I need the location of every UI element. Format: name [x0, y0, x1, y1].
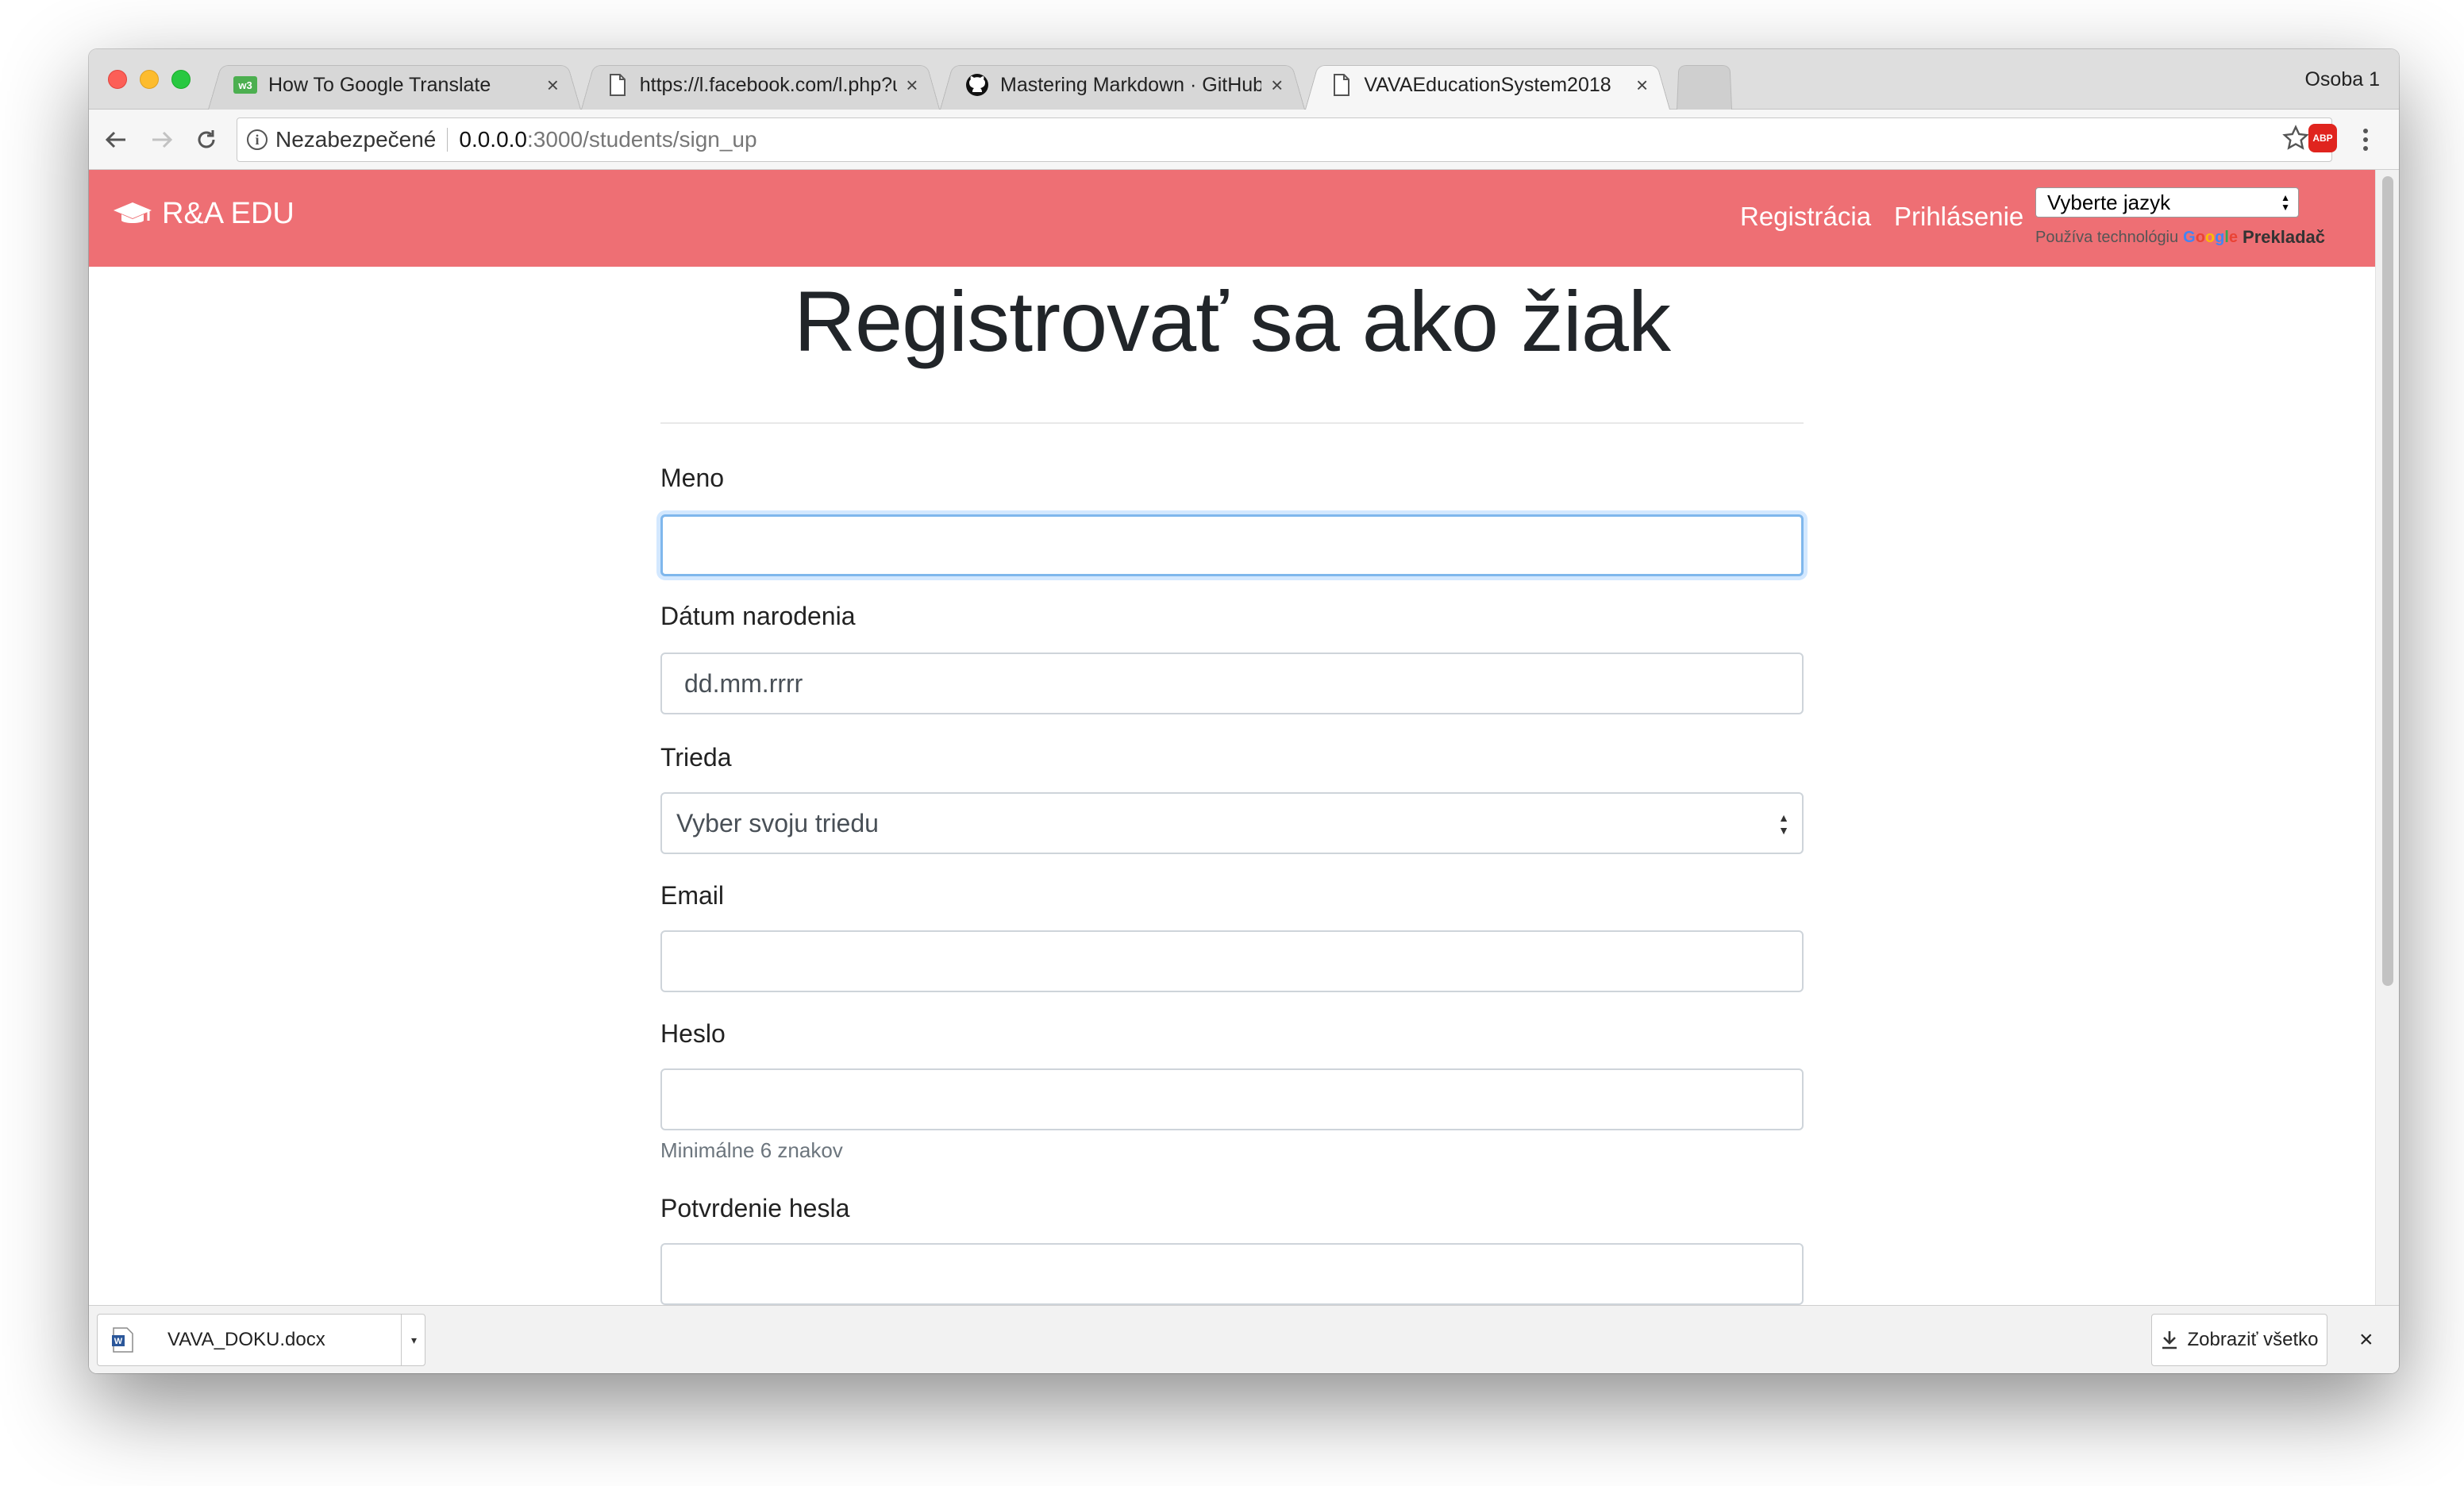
download-item[interactable]: W VAVA_DOKU.docx ▾	[97, 1314, 425, 1366]
select-arrows-icon: ▲ ▼	[2281, 192, 2290, 213]
security-label: Nezabezpečené	[275, 127, 437, 152]
dob-label: Dátum narodenia	[660, 602, 856, 630]
tab-facebook[interactable]: https://l.facebook.com/l.php?u ×	[581, 60, 940, 110]
back-button[interactable]	[100, 124, 132, 156]
zoom-window-button[interactable]	[171, 70, 191, 89]
powered-by-text: Používa technológiu	[2035, 228, 2179, 246]
tab-close-icon[interactable]: ×	[903, 73, 921, 98]
name-input[interactable]	[660, 514, 1804, 576]
dob-input[interactable]: dd.mm.rrrr	[660, 653, 1804, 714]
graduation-cap-icon	[114, 202, 152, 223]
address-separator	[447, 128, 449, 152]
password-help: Minimálne 6 znakov	[660, 1138, 843, 1162]
tab-close-icon[interactable]: ×	[544, 73, 562, 98]
signup-form: Registrovať sa ako žiak Meno Dátum narod…	[89, 267, 2375, 1305]
bookmark-star-icon[interactable]	[2282, 125, 2309, 156]
tab-title: Mastering Markdown · GitHub	[1000, 73, 1262, 96]
minimize-window-button[interactable]	[140, 70, 159, 89]
reload-button[interactable]	[191, 124, 222, 156]
url-host: 0.0.0.0	[459, 127, 528, 152]
tab-title: VAVAEducationSystem2018	[1364, 73, 1611, 96]
word-document-icon: W	[112, 1327, 133, 1353]
download-file-name: VAVA_DOKU.docx	[167, 1329, 325, 1350]
close-window-button[interactable]	[108, 70, 127, 89]
download-options-button[interactable]: ▾	[401, 1315, 426, 1365]
show-all-downloads-button[interactable]: Zobraziť všetko	[2151, 1314, 2327, 1366]
svg-text:w3: w3	[237, 79, 252, 91]
divider	[660, 422, 1804, 424]
show-all-label: Zobraziť všetko	[2187, 1329, 2319, 1350]
class-label: Trieda	[660, 743, 732, 772]
reload-icon	[198, 130, 215, 148]
tab-strip: w3 How To Google Translate × https://l.f…	[89, 49, 2399, 110]
w3-favicon-icon: w3	[233, 73, 257, 97]
profile-name[interactable]: Osoba 1	[2304, 68, 2380, 91]
confirm-password-label: Potvrdenie hesla	[660, 1194, 850, 1222]
language-select[interactable]: Vyberte jazyk ▲ ▼	[2035, 187, 2299, 218]
browser-toolbar: i Nezabezpečené 0.0.0.0 :3000/students/s…	[89, 110, 2399, 170]
svg-text:W: W	[114, 1337, 123, 1346]
site-navbar: R&A EDU Registrácia Prihlásenie Vyberte …	[89, 170, 2375, 267]
translate-attribution: Používa technológiu Google Prekladač	[2035, 227, 2325, 248]
arrow-left-icon	[105, 131, 125, 148]
browser-menu-icon[interactable]	[2358, 124, 2374, 156]
email-label: Email	[660, 881, 725, 910]
page-icon	[1330, 73, 1353, 97]
email-input[interactable]	[660, 930, 1804, 992]
site-brand[interactable]: R&A EDU	[113, 197, 295, 231]
downloads-shelf: W VAVA_DOKU.docx ▾ Zobraziť všetko ×	[89, 1305, 2399, 1373]
password-input[interactable]	[660, 1068, 1804, 1130]
close-shelf-icon[interactable]: ×	[2359, 1326, 2374, 1353]
arrow-right-icon	[152, 131, 173, 148]
brand-name: R&A EDU	[162, 197, 295, 230]
tab-close-icon[interactable]: ×	[1268, 73, 1286, 98]
tab-google-translate[interactable]: w3 How To Google Translate ×	[208, 60, 581, 110]
password-label: Heslo	[660, 1019, 726, 1048]
github-icon	[965, 73, 989, 97]
class-select[interactable]: Vyber svoju triedu ▲ ▼	[660, 792, 1804, 854]
tab-title: https://l.facebook.com/l.php?u	[639, 73, 897, 96]
select-arrows-icon: ▲ ▼	[1778, 811, 1789, 837]
address-bar[interactable]: i Nezabezpečené 0.0.0.0 :3000/students/s…	[237, 117, 2332, 162]
tab-vava-education[interactable]: VAVAEducationSystem2018 ×	[1305, 60, 1670, 110]
info-icon[interactable]: i	[247, 129, 268, 150]
nav-link-login[interactable]: Prihlásenie	[1894, 202, 2023, 232]
page-scrollbar[interactable]	[2375, 170, 2399, 1305]
url-path: :3000/students/sign_up	[527, 127, 757, 152]
translate-product-link[interactable]: Prekladač	[2243, 227, 2325, 248]
nav-link-register[interactable]: Registrácia	[1740, 202, 1871, 232]
adblock-icon[interactable]: ABP	[2308, 124, 2337, 152]
browser-window: w3 How To Google Translate × https://l.f…	[89, 49, 2399, 1373]
tab-title: How To Google Translate	[268, 73, 491, 96]
tab-github-markdown[interactable]: Mastering Markdown · GitHub ×	[940, 60, 1305, 110]
download-icon	[2162, 1331, 2177, 1349]
class-select-value: Vyber svoju triedu	[676, 808, 879, 837]
confirm-password-input[interactable]	[660, 1243, 1804, 1305]
forward-button[interactable]	[146, 124, 178, 156]
tab-close-icon[interactable]: ×	[1633, 73, 1651, 98]
page-viewport: R&A EDU Registrácia Prihlásenie Vyberte …	[89, 170, 2375, 1305]
page-title: Registrovať sa ako žiak	[794, 273, 1671, 369]
new-tab-button[interactable]	[1677, 60, 1732, 110]
scrollbar-thumb[interactable]	[2382, 176, 2393, 986]
page-icon	[606, 73, 629, 97]
language-select-value: Vyberte jazyk	[2047, 190, 2171, 214]
name-label: Meno	[660, 464, 725, 492]
google-logo: Google	[2183, 228, 2239, 246]
